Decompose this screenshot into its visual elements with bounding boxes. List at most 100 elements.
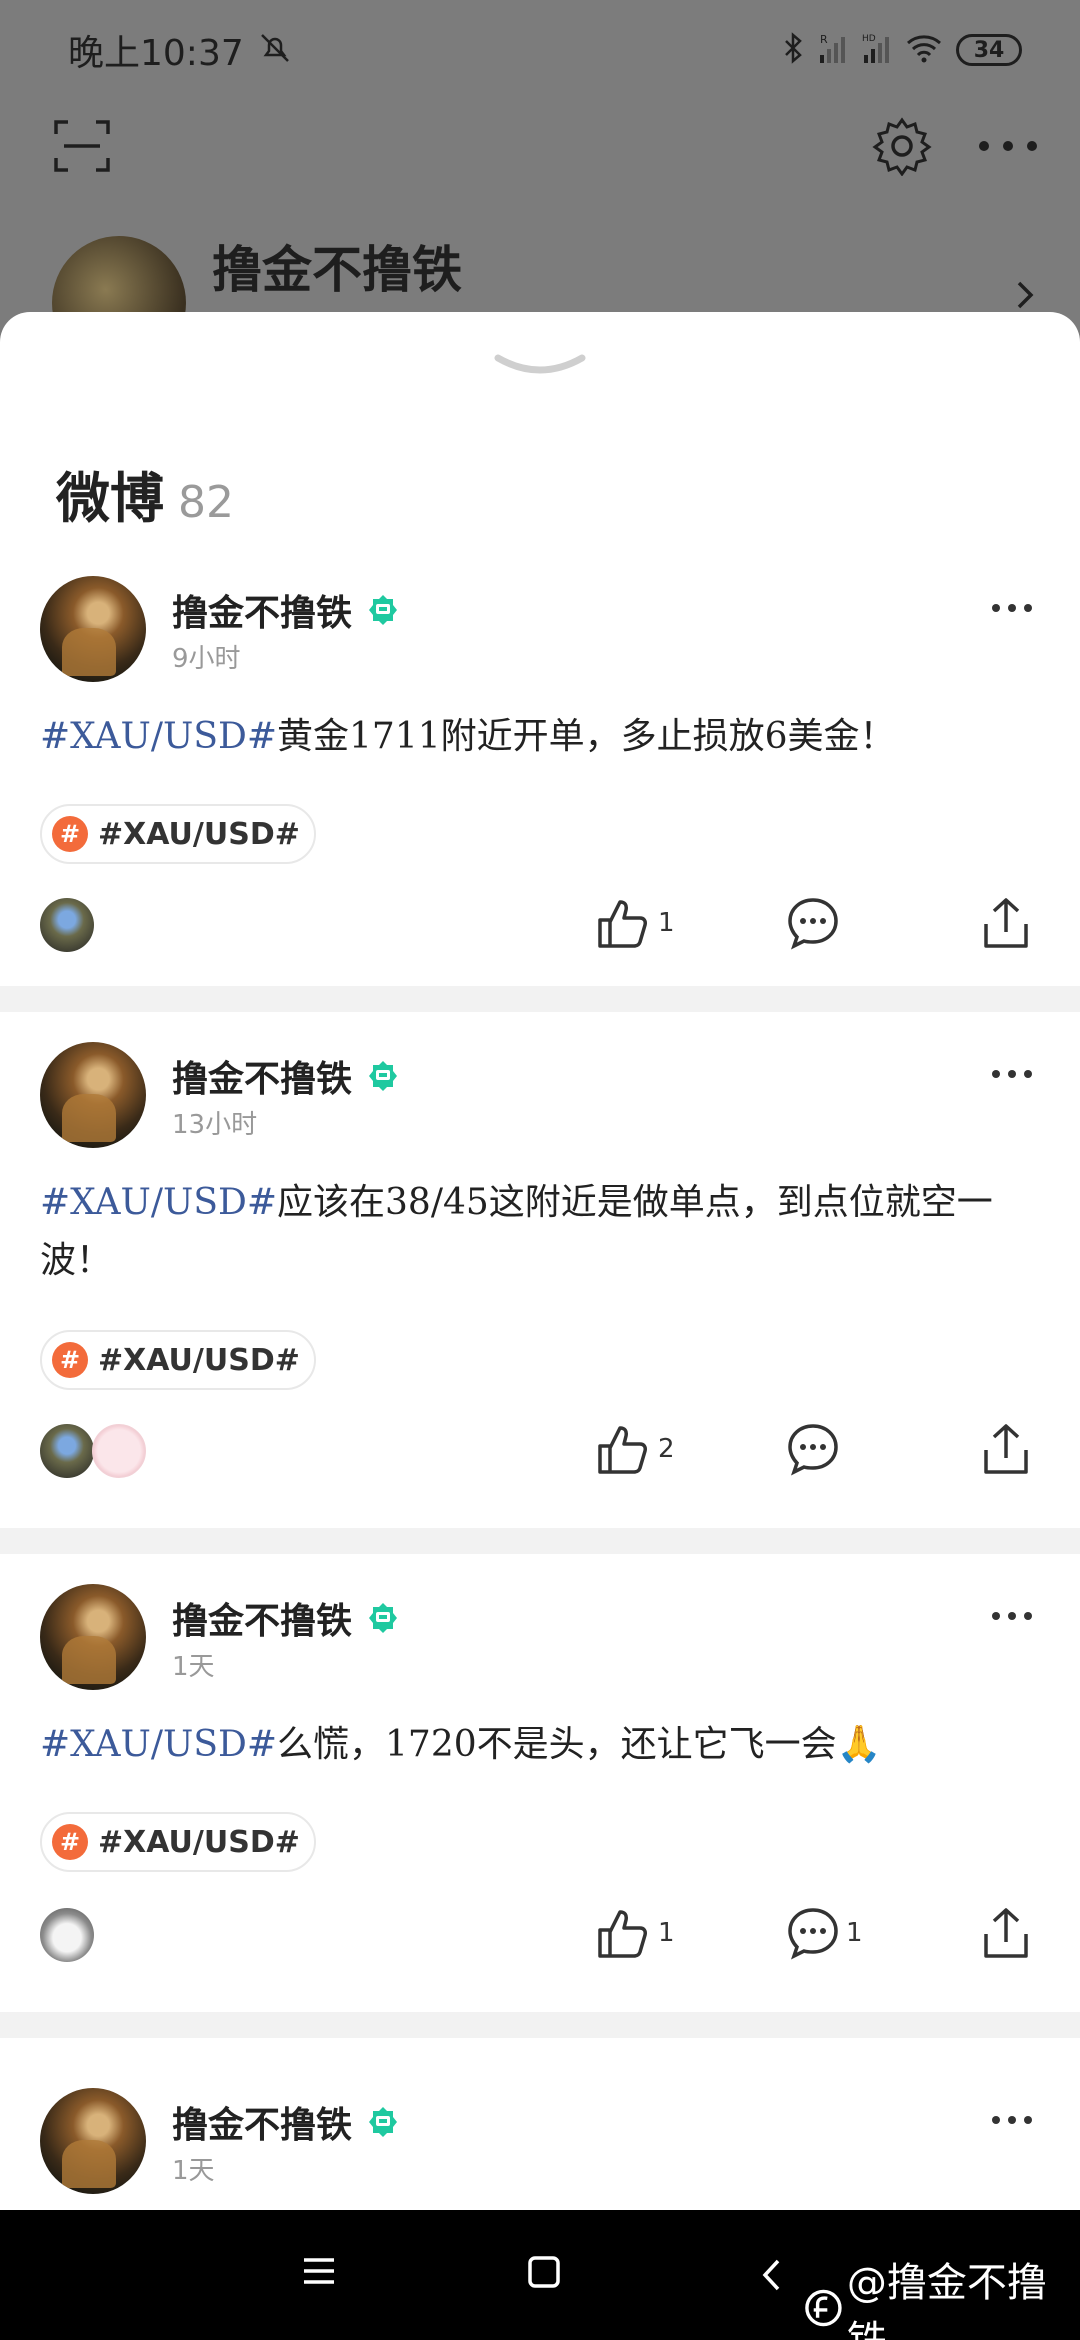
share-icon[interactable] — [980, 1906, 1032, 1962]
status-bar: 晚上10:37 R HD 34 — [0, 0, 1080, 100]
post-body: #XAU/USD#么慌，1720不是头，还让它飞一会🙏 — [40, 1716, 1040, 1774]
liker-avatar[interactable] — [92, 1424, 146, 1478]
author-name[interactable]: 撸金不撸铁 — [172, 1592, 352, 1644]
mute-bell-icon — [258, 31, 292, 69]
comment-icon — [788, 1424, 838, 1476]
post-time: 1天 — [172, 2156, 215, 2186]
post-body: #XAU/USD#黄金1711附近开单，多止损放6美金！ — [40, 708, 1040, 766]
post-more-icon[interactable] — [990, 1066, 1034, 1085]
post-more-icon[interactable] — [990, 600, 1034, 619]
svg-text:R: R — [820, 33, 828, 46]
like-count: 1 — [658, 1918, 675, 1948]
like-button[interactable]: 1 — [594, 894, 675, 952]
avatar[interactable] — [40, 1042, 146, 1148]
post-time: 1天 — [172, 1652, 215, 1682]
comment-icon — [788, 898, 838, 950]
post-divider — [0, 986, 1080, 1012]
avatar[interactable] — [40, 1584, 146, 1690]
profile-header-background: 晚上10:37 R HD 34 撸金不撸铁 — [0, 0, 1080, 370]
comment-button[interactable]: 1 — [786, 1906, 863, 1960]
verified-icon — [369, 595, 398, 625]
svg-text:HD: HD — [862, 34, 876, 44]
share-icon[interactable] — [980, 1422, 1032, 1478]
home-icon[interactable] — [526, 2254, 562, 2294]
like-button[interactable]: 1 — [594, 1904, 675, 1962]
topic-chip[interactable]: # #XAU/USD# — [40, 1812, 316, 1872]
like-count: 1 — [658, 908, 675, 938]
battery-icon: 34 — [956, 34, 1022, 66]
menu-icon[interactable] — [300, 2254, 338, 2292]
more-icon[interactable] — [976, 136, 1040, 160]
post-body: #XAU/USD#应该在38/45这附近是做单点，到点位就空一波！ — [40, 1174, 1040, 1290]
wifi-icon — [906, 33, 942, 67]
verified-icon — [369, 1061, 398, 1091]
author-row: 撸金不撸铁 — [172, 1592, 400, 1644]
header-toolbar — [52, 110, 1040, 186]
post-text: 黄金1711附近开单，多止损放6美金！ — [277, 716, 896, 757]
bluetooth-icon — [782, 31, 804, 69]
liker-avatar[interactable] — [40, 898, 94, 952]
sheet-count: 82 — [178, 477, 234, 528]
avatar[interactable] — [40, 576, 146, 682]
post-more-icon[interactable] — [990, 1608, 1034, 1627]
author-name[interactable]: 撸金不撸铁 — [172, 1050, 352, 1102]
post-card[interactable]: 撸金不撸铁 9小时 #XAU/USD#黄金1711附近开单，多止损放6美金！ #… — [0, 542, 1080, 980]
author-row: 撸金不撸铁 — [172, 2096, 400, 2148]
comment-button[interactable] — [786, 896, 840, 950]
liker-avatar[interactable] — [40, 1424, 94, 1478]
verified-icon — [369, 1603, 398, 1633]
post-card[interactable]: 撸金不撸铁 13小时 #XAU/USD#应该在38/45这附近是做单点，到点位就… — [0, 1012, 1080, 1520]
share-icon[interactable] — [980, 896, 1032, 952]
verified-icon — [369, 2107, 398, 2137]
author-name[interactable]: 撸金不撸铁 — [172, 584, 352, 636]
sheet-title-text: 微博 — [56, 467, 164, 530]
watermark: @撸金不撸铁 — [804, 2250, 1080, 2340]
liker-avatar[interactable] — [40, 1908, 94, 1962]
post-card[interactable]: 撸金不撸铁 1天 — [0, 2038, 1080, 2210]
topic-chip[interactable]: # #XAU/USD# — [40, 1330, 316, 1390]
thumb-up-icon — [598, 900, 647, 948]
chevron-right-icon[interactable] — [1016, 280, 1036, 314]
system-nav-bar: @撸金不撸铁 — [0, 2210, 1080, 2340]
thumb-up-icon — [598, 1426, 647, 1474]
back-icon[interactable] — [760, 2258, 782, 2296]
like-button[interactable]: 2 — [594, 1420, 675, 1478]
author-row: 撸金不撸铁 — [172, 584, 400, 636]
profile-name: 撸金不撸铁 — [212, 241, 462, 299]
sheet-title: 微博 82 — [56, 454, 234, 533]
like-count: 2 — [658, 1434, 675, 1464]
topic-chip-label: #XAU/USD# — [98, 1824, 300, 1860]
comment-button[interactable] — [786, 1422, 840, 1476]
topic-chip-label: #XAU/USD# — [98, 816, 300, 852]
watermark-text: @撸金不撸铁 — [846, 2260, 1047, 2340]
post-hashtag-link[interactable]: #XAU/USD# — [40, 1182, 277, 1223]
post-divider — [0, 2012, 1080, 2038]
signal-hd-icon: HD — [862, 31, 892, 69]
hashtag-icon: # — [52, 1824, 88, 1860]
comment-icon — [788, 1908, 838, 1960]
post-card[interactable]: 撸金不撸铁 1天 #XAU/USD#么慌，1720不是头，还让它飞一会🙏 # #… — [0, 1554, 1080, 1992]
post-more-icon[interactable] — [990, 2112, 1034, 2131]
post-hashtag-link[interactable]: #XAU/USD# — [40, 716, 277, 757]
hashtag-icon: # — [52, 816, 88, 852]
post-text: 么慌，1720不是头，还让它飞一会🙏 — [277, 1724, 882, 1765]
signal-r-icon: R — [818, 31, 848, 69]
author-name[interactable]: 撸金不撸铁 — [172, 2096, 352, 2148]
weibo-logo-icon — [805, 2289, 842, 2327]
collapse-handle-icon[interactable] — [494, 352, 586, 386]
post-divider — [0, 1528, 1080, 1554]
post-time: 9小时 — [172, 644, 241, 674]
post-hashtag-link[interactable]: #XAU/USD# — [40, 1724, 277, 1765]
status-time: 晚上10:37 — [68, 33, 244, 74]
post-time: 13小时 — [172, 1110, 258, 1140]
author-row: 撸金不撸铁 — [172, 1050, 400, 1102]
thumb-up-icon — [598, 1910, 647, 1958]
weibo-sheet: 微博 82 撸金不撸铁 9小时 #XAU/USD#黄金1711附近开单，多止损放… — [0, 312, 1080, 2210]
comment-count: 1 — [846, 1918, 863, 1948]
avatar[interactable] — [40, 2088, 146, 2194]
hashtag-icon: # — [52, 1342, 88, 1378]
topic-chip[interactable]: # #XAU/USD# — [40, 804, 316, 864]
topic-chip-label: #XAU/USD# — [98, 1342, 300, 1378]
scan-icon[interactable] — [52, 116, 112, 180]
gear-icon[interactable] — [872, 116, 932, 180]
